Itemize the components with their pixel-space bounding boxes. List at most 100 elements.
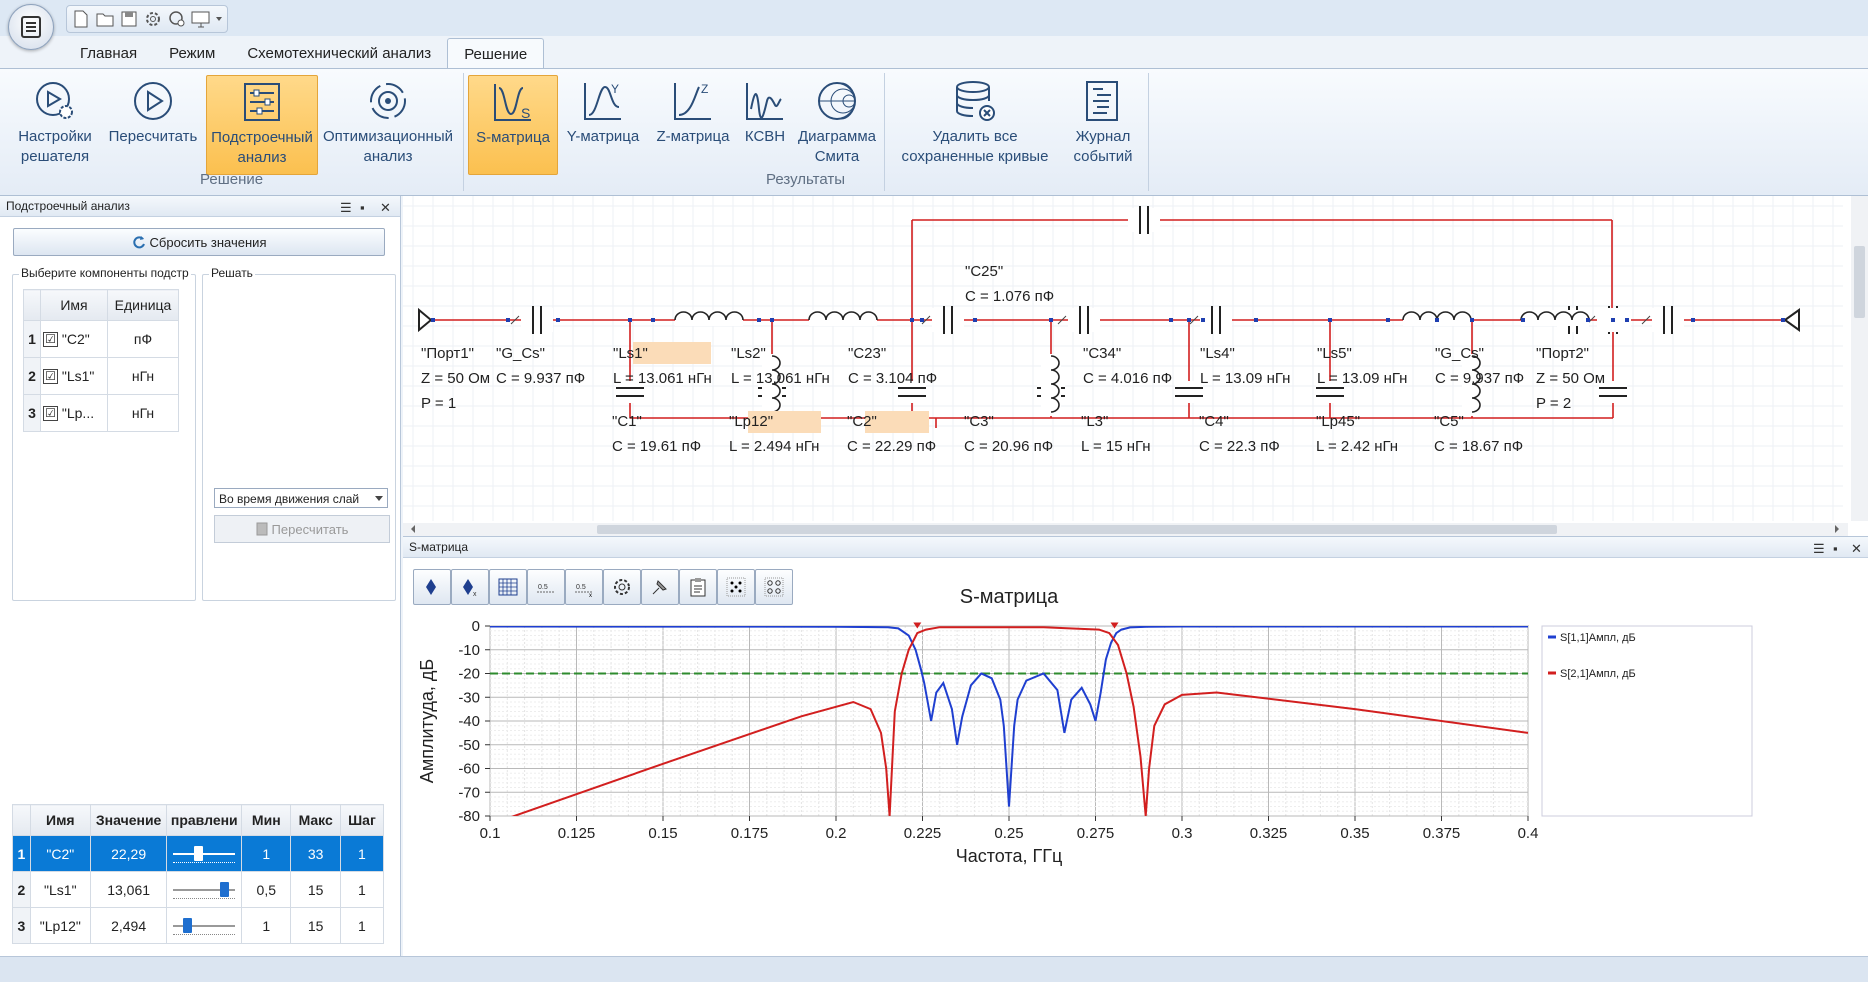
tuning-analysis-button[interactable]: Подстроечный анализ xyxy=(206,75,318,175)
component-checkbox[interactable]: ☑ xyxy=(43,369,58,385)
node-dot xyxy=(757,318,761,322)
component-label: P = 2 xyxy=(1536,395,1571,412)
tab-mode[interactable]: Режим xyxy=(153,38,231,68)
node-dot xyxy=(770,318,774,322)
dots-grid-button[interactable] xyxy=(717,569,755,605)
svg-text:x: x xyxy=(473,591,477,598)
table-row[interactable]: 3 "Lp12" 2,494 1 15 1 xyxy=(12,907,385,944)
svg-text:0.5: 0.5 xyxy=(538,584,548,591)
grid-button[interactable] xyxy=(489,569,527,605)
chevron-down-icon[interactable] xyxy=(215,9,223,29)
close-icon[interactable]: ✕ xyxy=(380,198,391,218)
vswr-button[interactable]: КСВН xyxy=(738,75,792,173)
component-label: "C34" xyxy=(1083,345,1121,362)
param-slider[interactable] xyxy=(166,871,243,908)
pin-button[interactable] xyxy=(641,569,679,605)
capacitor-gap xyxy=(932,308,964,332)
tab-circuit-analysis[interactable]: Схемотехнический анализ xyxy=(231,38,447,68)
schematic-panel: "Порт1" Z = 50 Ом P = 1 "G_Cs" C = 9.937 пФ "… xyxy=(403,196,1868,537)
x-tick-label: 0.25 xyxy=(994,825,1023,842)
settings-icon[interactable] xyxy=(143,9,163,29)
s-matrix-chart[interactable]: S-матрица 0.1 0.125 0.15 0.175 0.2 0.225 0.25 0.… xyxy=(403,586,1868,957)
marker-delete-button[interactable]: x xyxy=(451,569,489,605)
component-label: C = 9.937 пФ xyxy=(496,370,585,387)
pin-panel-icon[interactable]: ▪ xyxy=(360,198,365,218)
event-log-button[interactable]: Журнал событий xyxy=(1068,75,1138,173)
solve-mode-select[interactable]: Во время движения слай xyxy=(214,488,388,508)
param-slider[interactable] xyxy=(166,907,243,944)
table-row[interactable]: 1 "C2" 22,29 1 33 1 xyxy=(12,835,385,872)
table-row[interactable]: 1 ☑ "C2" пФ xyxy=(23,320,180,358)
close-icon[interactable]: ✕ xyxy=(1851,539,1862,559)
group-solution-label: Решение xyxy=(200,171,264,188)
table-row[interactable]: 2 "Ls1" 13,061 0,5 15 1 xyxy=(12,871,385,908)
s-matrix-button[interactable]: S S-матрица xyxy=(468,75,558,175)
ribbon-tabs: Главная Режим Схемотехнический анализ Ре… xyxy=(64,38,545,69)
component-name: "C2" xyxy=(61,330,90,347)
delete-curves-label-2: сохраненные кривые xyxy=(901,148,1049,165)
application-menu-button[interactable] xyxy=(8,4,54,50)
list-icon[interactable]: ☰ xyxy=(1813,539,1825,559)
y-matrix-button[interactable]: Y Y-матрица xyxy=(560,75,646,173)
param-min: 1 xyxy=(241,907,292,944)
slider-thumb[interactable] xyxy=(220,881,230,897)
slider-thumb[interactable] xyxy=(182,917,192,933)
vertical-scrollbar-thumb[interactable] xyxy=(1854,246,1865,318)
param-slider[interactable] xyxy=(166,835,243,872)
param-value-header: Значение xyxy=(89,804,168,836)
x-tick-label: 0.4 xyxy=(1518,825,1539,842)
param-max: 15 xyxy=(290,871,341,908)
monitor-icon[interactable] xyxy=(191,9,211,29)
param-value: 22,29 xyxy=(89,835,168,872)
clipboard-button[interactable] xyxy=(679,569,717,605)
node-dot xyxy=(1781,318,1785,322)
delete-curves-button[interactable]: Удалить все сохраненные кривые xyxy=(890,75,1060,173)
node-dot xyxy=(1328,318,1332,322)
scale-button[interactable]: 0.5 xyxy=(527,569,565,605)
schematic-canvas[interactable]: "Порт1" Z = 50 Ом P = 1 "G_Cs" C = 9.937 пФ "… xyxy=(403,196,1868,536)
solver-settings-button[interactable]: Настройки решателя xyxy=(8,75,102,173)
smith-chart-button[interactable]: Диаграмма Смита xyxy=(794,75,880,173)
component-label: "G_Cs" xyxy=(1435,345,1484,362)
chart-settings-button[interactable] xyxy=(603,569,641,605)
z-matrix-button[interactable]: Z Z-матрица xyxy=(650,75,736,173)
open-folder-icon[interactable] xyxy=(95,9,115,29)
y-tick-label: -80 xyxy=(458,808,480,825)
save-icon[interactable] xyxy=(119,9,139,29)
marker-button[interactable] xyxy=(413,569,451,605)
component-checkbox[interactable]: ☑ xyxy=(43,406,58,422)
new-file-icon[interactable] xyxy=(71,9,91,29)
recalculate-disabled-button[interactable]: Пересчитать xyxy=(214,515,390,543)
table-row[interactable]: 3 ☑ "Lp... нГн xyxy=(23,394,180,432)
slider-track[interactable] xyxy=(173,843,236,865)
slider-track[interactable] xyxy=(173,879,236,901)
component-label: "C3" xyxy=(964,413,994,430)
reset-values-label: Сбросить значения xyxy=(149,234,267,250)
refresh-settings-icon[interactable] xyxy=(167,9,187,29)
node-dot xyxy=(1611,318,1615,322)
component-label: "Lp12" xyxy=(729,413,773,430)
tuning-label-1: Подстроечный xyxy=(211,129,313,146)
dots-grid-large-button[interactable] xyxy=(755,569,793,605)
delete-curves-label-1: Удалить все xyxy=(932,128,1018,145)
tab-main[interactable]: Главная xyxy=(64,38,153,68)
horizontal-scrollbar-thumb[interactable] xyxy=(597,525,1557,534)
scale-delete-button[interactable]: 0.5 x xyxy=(565,569,603,605)
component-label: "Ls4" xyxy=(1200,345,1235,362)
vertical-scrollbar[interactable] xyxy=(1851,196,1868,521)
reset-values-button[interactable]: Сбросить значения xyxy=(13,228,385,256)
table-row[interactable]: 2 ☑ "Ls1" нГн xyxy=(23,357,180,395)
event-log-icon xyxy=(1068,75,1138,127)
recalculate-button[interactable]: Пересчитать xyxy=(106,75,200,173)
capacitor-gap xyxy=(1175,381,1203,403)
optimization-analysis-button[interactable]: Оптимизационный анализ xyxy=(318,75,458,173)
param-min-header: Мин xyxy=(241,804,292,836)
list-icon[interactable]: ☰ xyxy=(340,198,352,218)
slider-track[interactable] xyxy=(173,915,236,937)
slider-thumb[interactable] xyxy=(193,845,203,861)
component-checkbox[interactable]: ☑ xyxy=(43,332,58,348)
svg-text:S: S xyxy=(521,105,530,121)
pin-panel-icon[interactable]: ▪ xyxy=(1833,539,1838,559)
param-step: 1 xyxy=(339,871,385,908)
tab-solution[interactable]: Решение xyxy=(447,38,545,69)
